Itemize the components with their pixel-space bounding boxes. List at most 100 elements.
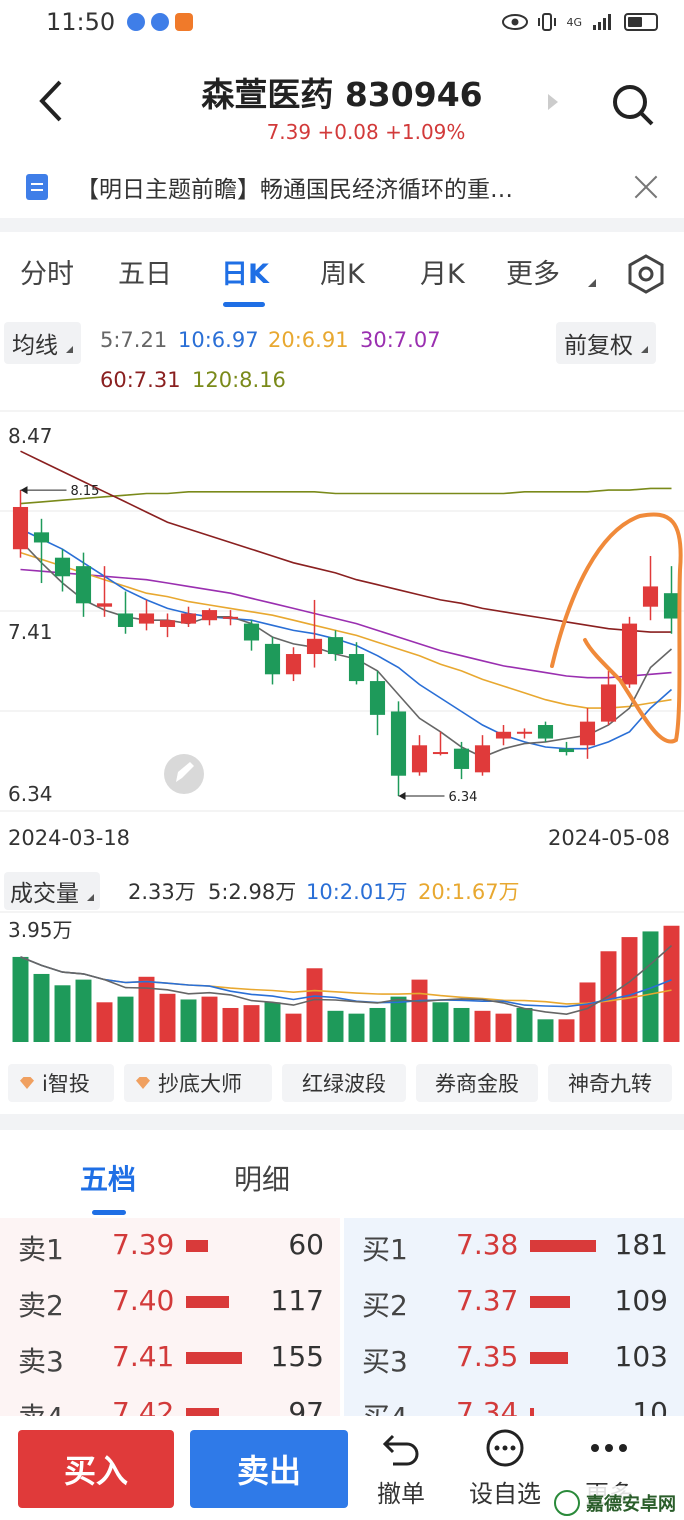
volume-bar — [159, 993, 176, 1042]
ask-volume-bar — [186, 1240, 208, 1252]
candle-body — [306, 638, 323, 655]
tool-label: 神奇九转 — [568, 1072, 652, 1096]
bid-price: 7.34 — [456, 1396, 519, 1416]
volume-bar — [411, 979, 428, 1042]
buy-button[interactable]: 买入 — [18, 1430, 174, 1508]
ask-row[interactable]: 卖3 7.41 155 — [0, 1330, 340, 1386]
tool-magic-nine[interactable]: 神奇九转 — [548, 1064, 672, 1102]
volume-svg — [0, 911, 684, 1042]
active-tab-indicator — [223, 302, 265, 307]
ask-level-label: 卖1 — [18, 1233, 64, 1266]
network-type: 4G — [566, 15, 582, 29]
tool-i-zhitou[interactable]: i智投 — [8, 1064, 114, 1102]
bid-row[interactable]: 买2 7.37 109 — [344, 1274, 684, 1330]
adjust-selector[interactable]: 前复权 — [556, 322, 656, 364]
volume-selector[interactable]: 成交量 — [4, 872, 100, 910]
volume-bar — [558, 1019, 575, 1042]
volume-bar — [33, 973, 50, 1042]
tab-monthly-k[interactable]: 月K — [420, 252, 465, 291]
cancel-order-button[interactable]: 撤单 — [356, 1428, 446, 1518]
candle-body — [432, 752, 449, 755]
bid-level-label: 买4 — [362, 1396, 408, 1416]
candle-body — [348, 654, 365, 682]
volume-bar — [75, 979, 92, 1042]
bid-quantity: 181 — [614, 1228, 668, 1261]
bid-volume-bar — [530, 1352, 568, 1364]
tab-trade-detail[interactable]: 明细 — [234, 1158, 290, 1198]
ask-quantity: 60 — [288, 1228, 324, 1261]
tool-bottom-master[interactable]: 抄底大师 — [124, 1064, 272, 1102]
min-marker-arrow — [398, 792, 406, 800]
add-watchlist-button[interactable]: 设自选 — [460, 1428, 550, 1518]
tab-weekly-k[interactable]: 周K — [320, 252, 365, 291]
candle-body — [201, 610, 218, 621]
ask-volume-bar — [186, 1352, 242, 1364]
settings-icon[interactable] — [626, 254, 666, 294]
kline-chart[interactable]: 8.15 6.34 8.47 7.41 6.34 — [0, 410, 684, 814]
max-marker-label: 8.15 — [71, 484, 100, 499]
tab-five-day[interactable]: 五日 — [118, 252, 172, 291]
volume-bar — [12, 956, 29, 1042]
bid-row[interactable]: 买1 7.38 181 — [344, 1218, 684, 1274]
status-right: 4G — [502, 12, 658, 32]
ask-row[interactable]: 卖1 7.39 60 — [0, 1218, 340, 1274]
close-icon[interactable] — [634, 175, 658, 199]
candle-body — [453, 748, 470, 769]
min-marker-label: 6.34 — [449, 790, 478, 805]
bid-volume-bar — [530, 1296, 570, 1308]
candle-body — [117, 613, 134, 627]
ma10-line — [20, 528, 673, 750]
diamond-icon — [136, 1077, 150, 1089]
ma-selector[interactable]: 均线 — [4, 322, 81, 364]
x-end-date: 2024-05-08 — [548, 826, 671, 850]
news-banner[interactable]: 【明日主题前瞻】畅通国民经济循环的重… — [0, 160, 684, 214]
ma-legend: 均线 5:7.21 10:6.97 20:6.91 30:7.07 60:7.3… — [0, 318, 684, 398]
tool-red-green-wave[interactable]: 红绿波段 — [282, 1064, 406, 1102]
ask-row[interactable]: 卖4 7.42 97 — [0, 1386, 340, 1416]
volume-bar — [348, 1013, 365, 1042]
bid-level-label: 买2 — [362, 1289, 408, 1322]
volume-max-label: 3.95万 — [8, 918, 73, 942]
ask-row[interactable]: 卖2 7.40 117 — [0, 1274, 340, 1330]
candle-body — [75, 566, 92, 604]
next-stock-icon[interactable] — [548, 94, 558, 110]
bid-volume-bar — [530, 1408, 534, 1416]
tab-daily-k[interactable]: 日K — [221, 252, 269, 291]
stock-header: 森萱医药 830946 7.39 +0.08 +1.09% — [0, 50, 684, 150]
tab-intraday[interactable]: 分时 — [20, 252, 74, 291]
ask-volume-bar — [186, 1296, 229, 1308]
vibrate-icon — [538, 13, 557, 31]
period-tabs: 分时 五日 日K 周K 月K 更多 — [0, 240, 684, 307]
signal-icon — [593, 14, 611, 30]
candle-body — [474, 745, 491, 773]
volume-bar — [222, 1007, 239, 1042]
tab-more[interactable]: 更多 — [506, 252, 560, 291]
ma60-label: 60:7.31 — [100, 368, 181, 392]
adjust-selector-label: 前复权 — [564, 333, 633, 359]
status-app-icons — [127, 13, 194, 31]
tab-five-levels[interactable]: 五档 — [80, 1158, 136, 1198]
ma5-line — [19, 540, 673, 758]
volume-bar — [621, 937, 638, 1042]
active-book-tab-indicator — [92, 1210, 126, 1215]
candle-body — [495, 731, 512, 739]
candle-body — [243, 623, 260, 641]
volume-chart[interactable]: 3.95万 — [0, 910, 684, 1050]
candle-body — [642, 586, 659, 607]
ask-price: 7.40 — [112, 1284, 175, 1317]
tool-label: 券商金股 — [435, 1072, 519, 1096]
volume-legend: 成交量 2.33万 5:2.98万 10:2.01万 20:1.67万 — [0, 870, 684, 910]
search-icon[interactable] — [608, 80, 656, 128]
candle-body — [411, 745, 428, 773]
news-text[interactable]: 【明日主题前瞻】畅通国民经济循环的重… — [76, 170, 596, 204]
status-bar: 11:50 4G — [0, 0, 684, 44]
bid-row[interactable]: 买3 7.35 103 — [344, 1330, 684, 1386]
volume-bar — [306, 968, 323, 1042]
tool-broker-stocks[interactable]: 券商金股 — [416, 1064, 538, 1102]
chat-bubble-icon — [486, 1429, 524, 1467]
document-icon — [26, 174, 48, 200]
bid-row[interactable]: 买4 7.34 10 — [344, 1386, 684, 1416]
app-badge-icon — [175, 13, 194, 31]
bid-price: 7.35 — [456, 1340, 519, 1373]
sell-button[interactable]: 卖出 — [190, 1430, 348, 1508]
